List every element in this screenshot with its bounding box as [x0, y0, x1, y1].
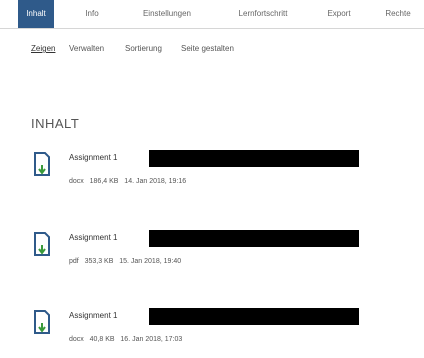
item-date: 15. Jan 2018, 19:40 [119, 258, 182, 265]
item-size: 186,4 KB [89, 178, 119, 185]
tab-export[interactable]: Export [324, 0, 354, 28]
item-meta: docx 40,8 KB 16. Jan 2018, 17:03 [69, 336, 182, 343]
item-type: pdf [69, 258, 79, 265]
item-title[interactable]: Assignment 1 [69, 311, 117, 320]
item-size: 353,3 KB [84, 258, 114, 265]
tab-info[interactable]: Info [80, 0, 104, 28]
subtab-sortierung[interactable]: Sortierung [125, 44, 162, 53]
subtab-seite-gestalten[interactable]: Seite gestalten [181, 44, 234, 53]
tab-einstellungen[interactable]: Einstellungen [132, 0, 202, 28]
item-meta: pdf 353,3 KB 15. Jan 2018, 19:40 [69, 258, 181, 265]
item-size: 40,8 KB [89, 336, 115, 343]
item-date: 14. Jan 2018, 19:16 [124, 178, 187, 185]
tab-lernfortschritt[interactable]: Lernfortschritt [225, 0, 301, 28]
item-title[interactable]: Assignment 1 [69, 153, 117, 162]
list-item: Assignment 1 pdf 353,3 KB 15. Jan 2018, … [31, 230, 411, 280]
file-download-icon[interactable] [31, 232, 51, 258]
redaction-bar [149, 150, 359, 167]
list-item: Assignment 1 docx 186,4 KB 14. Jan 2018,… [31, 150, 411, 200]
tab-bar: Inhalt Info Einstellungen Lernfortschrit… [0, 0, 424, 29]
item-date: 16. Jan 2018, 17:03 [120, 336, 183, 343]
item-type: docx [69, 178, 84, 185]
redaction-bar [149, 230, 359, 247]
file-download-icon[interactable] [31, 310, 51, 336]
item-meta: docx 186,4 KB 14. Jan 2018, 19:16 [69, 178, 186, 185]
item-title[interactable]: Assignment 1 [69, 233, 117, 242]
section-heading: INHALT [31, 116, 80, 131]
file-download-icon[interactable] [31, 152, 51, 178]
redaction-bar [149, 308, 359, 325]
tab-rechte[interactable]: Rechte [380, 0, 416, 28]
list-item: Assignment 1 docx 40,8 KB 16. Jan 2018, … [31, 308, 411, 358]
subtab-zeigen[interactable]: Zeigen [31, 44, 55, 53]
subtab-verwalten[interactable]: Verwalten [69, 44, 104, 53]
item-type: docx [69, 336, 84, 343]
tab-inhalt[interactable]: Inhalt [18, 0, 54, 28]
